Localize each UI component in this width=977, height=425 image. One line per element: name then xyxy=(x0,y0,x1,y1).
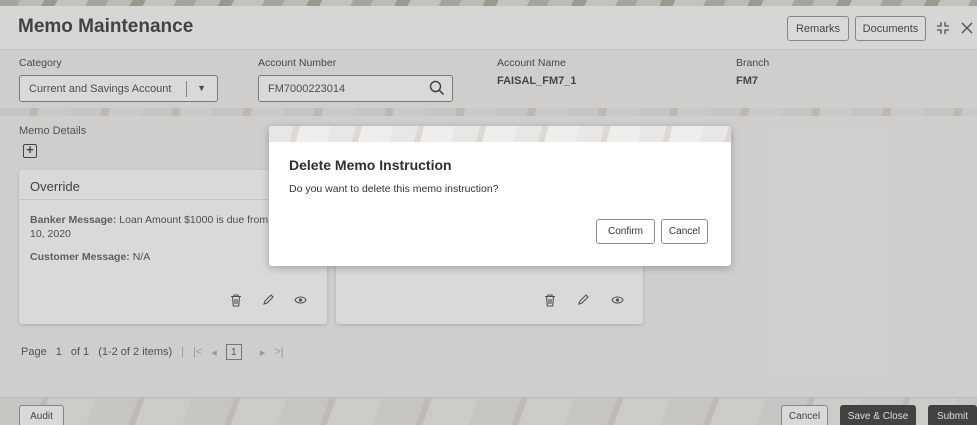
dialog-message: Do you want to delete this memo instruct… xyxy=(289,183,499,195)
dialog-cancel-button[interactable]: Cancel xyxy=(661,219,708,244)
dialog-header-strip xyxy=(269,126,731,142)
dialog-title: Delete Memo Instruction xyxy=(289,157,452,173)
delete-memo-dialog: Delete Memo Instruction Do you want to d… xyxy=(269,126,731,266)
confirm-button[interactable]: Confirm xyxy=(596,219,655,244)
